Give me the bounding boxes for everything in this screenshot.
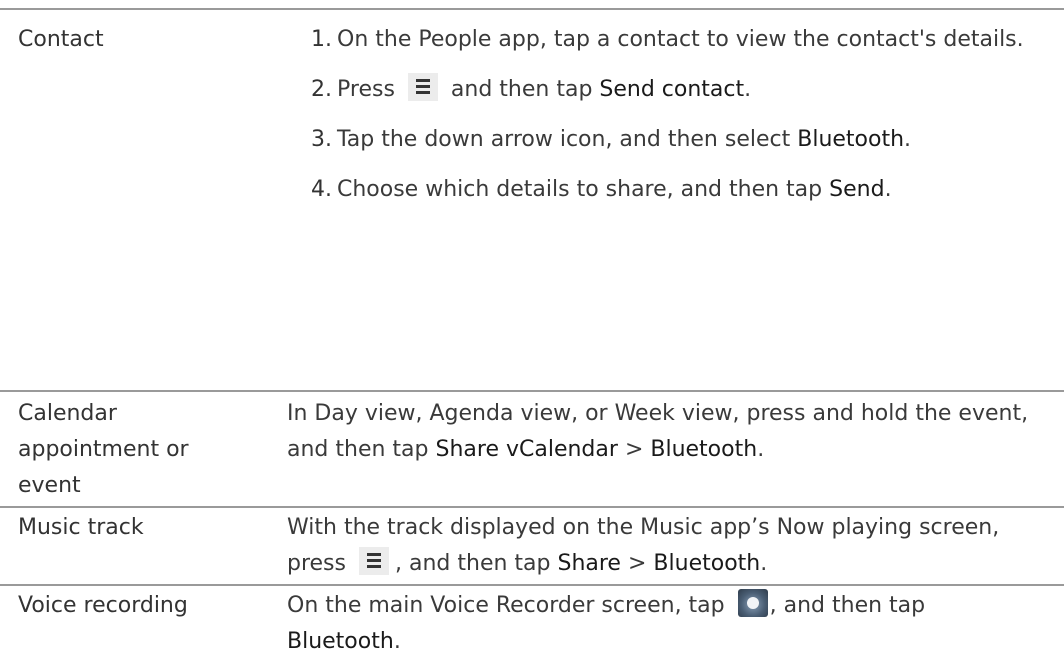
- step-number: 4.: [311, 177, 332, 202]
- row-label-voice: Voice recording: [18, 593, 188, 618]
- step-punct: .: [744, 77, 752, 102]
- step-number: 1.: [311, 27, 332, 52]
- table-row-music: Music track With the track displayed on …: [0, 508, 1064, 586]
- step-text: and then tap: [450, 77, 593, 102]
- table-row-contact: Contact 1. On the People app, tap a conta…: [0, 10, 1064, 392]
- list-item: 3. Tap the down arrow icon, and then sele…: [311, 122, 1051, 158]
- share-label: Share: [557, 551, 621, 576]
- desc-text: On the main Voice Recorder screen, tap: [287, 593, 725, 618]
- bluetooth-label: Bluetooth: [797, 127, 905, 152]
- step-punct: .: [904, 127, 912, 152]
- row-label-calendar: Calendar appointment or event: [18, 401, 189, 498]
- send-contact-label: Send contact: [599, 77, 745, 102]
- row-label-contact: Contact: [18, 27, 104, 52]
- desc-punct: .: [760, 551, 768, 576]
- share-via-bluetooth-table: Contact 1. On the People app, tap a conta…: [0, 8, 1064, 662]
- separator: >: [627, 551, 647, 576]
- row-desc-voice: On the main Voice Recorder screen, tap ,…: [287, 588, 1037, 660]
- menu-icon: [359, 547, 389, 575]
- list-item: 4. Choose which details to share, and the…: [311, 172, 1051, 208]
- share-vcalendar-label: Share vCalendar: [435, 437, 618, 462]
- bluetooth-label: Bluetooth: [653, 551, 761, 576]
- separator: >: [624, 437, 644, 462]
- list-item: 1. On the People app, tap a contact to vi…: [311, 22, 1051, 58]
- step-number: 2.: [311, 77, 332, 102]
- step-text: Choose which details to share, and then …: [337, 177, 823, 202]
- desc-punct: .: [393, 629, 401, 654]
- desc-punct: .: [757, 437, 765, 462]
- bluetooth-label: Bluetooth: [287, 629, 394, 654]
- row-label-music: Music track: [18, 515, 144, 540]
- menu-icon: [407, 73, 438, 101]
- step-text: Tap the down arrow icon, and then select: [337, 127, 791, 152]
- list-item: 2. Press and then tap Send contact.: [311, 72, 1051, 108]
- desc-text: , and then tap: [769, 593, 926, 618]
- row-desc-calendar: In Day view, Agenda view, or Week view, …: [287, 396, 1037, 468]
- step-text: Press: [337, 77, 395, 102]
- step-punct: .: [884, 177, 892, 202]
- voice-recorder-share-icon: [737, 589, 768, 617]
- row-desc-music: With the track displayed on the Music ap…: [287, 510, 1037, 582]
- table-row-voice: Voice recording On the main Voice Record…: [0, 586, 1064, 662]
- step-number: 3.: [311, 127, 332, 152]
- bluetooth-label: Bluetooth: [650, 437, 758, 462]
- contact-steps-list: 1. On the People app, tap a contact to vi…: [311, 22, 1051, 222]
- send-label: Send: [829, 177, 885, 202]
- step-text: On the People app, tap a contact to view…: [337, 27, 1024, 52]
- desc-text: , and then tap: [395, 551, 551, 576]
- table-row-calendar: Calendar appointment or event In Day vie…: [0, 392, 1064, 508]
